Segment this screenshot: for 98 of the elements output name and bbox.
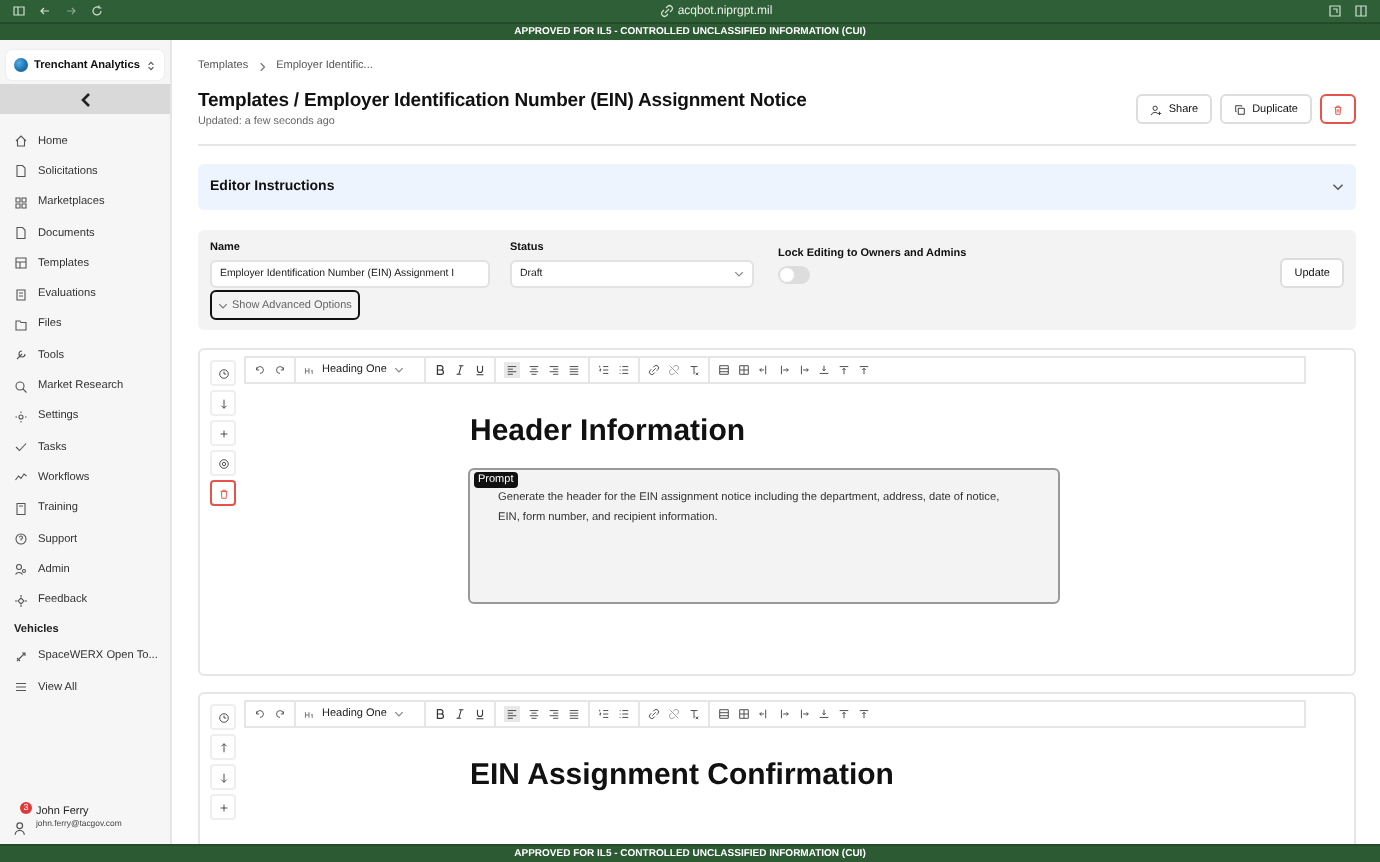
nav-icon	[14, 226, 28, 241]
list-icon	[14, 680, 28, 695]
chevron-down-icon	[734, 270, 744, 278]
copy-icon	[1234, 103, 1247, 115]
bullet-list-icon[interactable]	[618, 364, 630, 376]
sidebar-toggle-icon[interactable]	[12, 4, 26, 18]
user-avatar-icon[interactable]	[14, 819, 30, 835]
plus-icon	[217, 427, 229, 439]
align-icon[interactable]	[568, 364, 580, 376]
italic-icon[interactable]	[454, 364, 466, 376]
user-plus-icon	[1150, 103, 1163, 115]
clock-icon	[217, 711, 229, 723]
heading-icon	[304, 365, 314, 375]
plus-icon	[217, 801, 229, 813]
align-icon[interactable]	[568, 708, 580, 720]
forward-icon[interactable]	[64, 4, 78, 18]
table-icon[interactable]	[718, 708, 730, 720]
section-heading: EIN Assignment Confirmation	[470, 758, 896, 792]
table-icon[interactable]	[738, 364, 750, 376]
back-icon[interactable]	[38, 4, 52, 18]
row-icon[interactable]	[858, 364, 870, 376]
nav-icon	[14, 501, 28, 516]
delete-block-button[interactable]	[210, 480, 236, 506]
align-icon[interactable]	[504, 706, 520, 722]
column-icon[interactable]	[758, 364, 770, 376]
chevron-icon	[258, 61, 267, 71]
redo-icon[interactable]	[274, 364, 286, 376]
underline-icon[interactable]	[474, 364, 486, 376]
link-icon	[659, 4, 674, 18]
target-icon	[217, 457, 229, 469]
unlink-icon[interactable]	[668, 364, 680, 376]
clock-icon	[217, 367, 229, 379]
updown-icon	[146, 59, 156, 71]
nav-icon	[14, 379, 28, 394]
row-icon[interactable]	[818, 364, 830, 376]
table-icon[interactable]	[738, 708, 750, 720]
column-icon[interactable]	[798, 708, 810, 720]
clear-format-icon[interactable]	[688, 364, 700, 376]
italic-icon[interactable]	[454, 708, 466, 720]
row-icon[interactable]	[818, 708, 830, 720]
table-icon[interactable]	[718, 364, 730, 376]
align-icon[interactable]	[528, 364, 540, 376]
tabs-icon[interactable]	[1354, 4, 1368, 18]
column-icon[interactable]	[778, 708, 790, 720]
row-icon[interactable]	[838, 364, 850, 376]
redo-icon[interactable]	[274, 708, 286, 720]
underline-icon[interactable]	[474, 708, 486, 720]
align-icon[interactable]	[528, 708, 540, 720]
align-icon[interactable]	[548, 708, 560, 720]
history-button[interactable]	[210, 360, 236, 386]
target-button[interactable]	[210, 450, 236, 476]
bullet-list-icon[interactable]	[618, 708, 630, 720]
link-icon[interactable]	[648, 708, 660, 720]
heading-icon	[304, 709, 314, 719]
unlink-icon[interactable]	[668, 708, 680, 720]
numbered-list-icon[interactable]	[598, 708, 610, 720]
chevron-down-icon	[218, 301, 228, 309]
column-icon[interactable]	[778, 364, 790, 376]
clear-format-icon[interactable]	[688, 708, 700, 720]
arrow-down-icon	[217, 397, 229, 409]
nav-icon	[14, 134, 28, 149]
link-icon[interactable]	[648, 364, 660, 376]
trash-icon	[1332, 103, 1344, 115]
column-icon[interactable]	[758, 708, 770, 720]
history-button[interactable]	[210, 704, 236, 730]
nav-icon	[14, 348, 28, 363]
delete-button[interactable]	[1320, 94, 1356, 124]
nav-icon	[14, 256, 28, 271]
nav-icon	[14, 317, 28, 332]
undo-icon[interactable]	[254, 708, 266, 720]
nav-icon	[14, 287, 28, 302]
arrow-up-icon	[217, 741, 229, 753]
align-icon[interactable]	[504, 362, 520, 378]
trash-icon	[217, 487, 229, 499]
arrow-down-icon	[217, 771, 229, 783]
column-icon[interactable]	[798, 364, 810, 376]
align-icon[interactable]	[548, 364, 560, 376]
chevron-down-icon	[394, 710, 405, 718]
chevron-down-icon	[394, 366, 405, 374]
numbered-list-icon[interactable]	[598, 364, 610, 376]
reload-icon[interactable]	[90, 4, 104, 18]
nav-icon	[14, 532, 28, 546]
globe-icon	[14, 58, 28, 72]
nav-icon	[14, 195, 28, 210]
nav-icon	[14, 409, 28, 424]
page-title: Templates / Employer Identification Number (EIN) Assignment Notice	[198, 90, 807, 112]
bold-icon[interactable]	[434, 708, 446, 720]
bold-icon[interactable]	[434, 364, 446, 376]
undo-icon[interactable]	[254, 364, 266, 376]
nav-icon	[14, 164, 28, 179]
extension-icon[interactable]	[1328, 4, 1342, 18]
row-icon[interactable]	[838, 708, 850, 720]
section-heading: Header Information	[470, 414, 748, 448]
nav-icon	[14, 562, 28, 577]
nav-icon	[14, 593, 28, 608]
chevron-left-icon	[79, 91, 91, 107]
lock-toggle[interactable]	[778, 266, 810, 284]
row-icon[interactable]	[858, 708, 870, 720]
